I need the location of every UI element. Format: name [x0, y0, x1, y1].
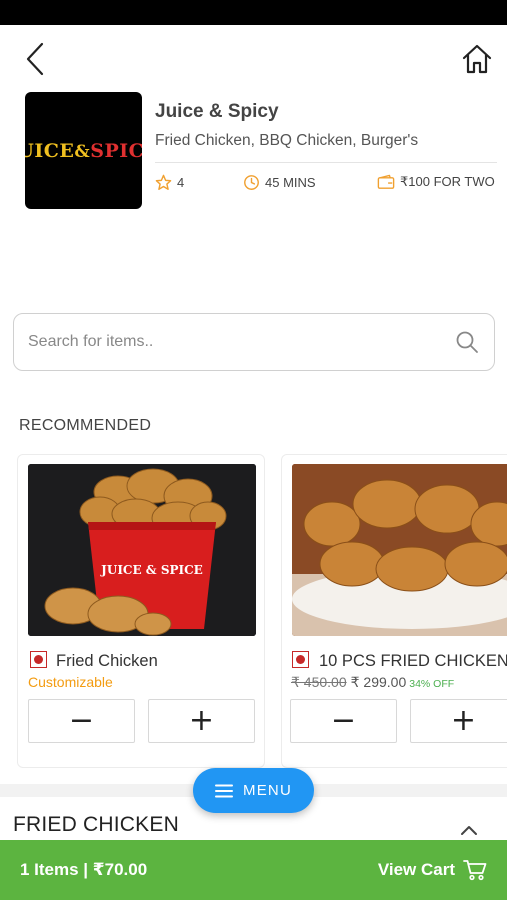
rating: 4: [155, 174, 184, 191]
discount-badge: 34% OFF: [409, 678, 455, 690]
nonveg-icon: [30, 651, 47, 668]
view-cart-label: View Cart: [377, 860, 455, 879]
recommended-heading: RECOMMENDED: [19, 417, 152, 434]
recommended-carousel[interactable]: JUICE & SPICE Fried Chicken Customizable…: [17, 454, 507, 768]
item-name: Fried Chicken: [56, 652, 158, 670]
price-row: ₹ 450.00 ₹ 299.00 34% OFF: [291, 674, 454, 691]
clock-icon: [244, 175, 259, 190]
restaurant-cuisine: Fried Chicken, BBQ Chicken, Burger's: [155, 132, 419, 149]
increase-quantity-button[interactable]: +: [410, 699, 507, 743]
food-image: [292, 464, 507, 636]
original-price: ₹ 450.00: [291, 674, 347, 690]
back-button[interactable]: [18, 39, 52, 79]
menu-label: MENU: [243, 782, 292, 799]
customizable-label: Customizable: [28, 674, 113, 690]
bucket-text: JUICE & SPICE: [100, 563, 203, 577]
status-bar: [0, 0, 507, 25]
wallet-icon: [377, 174, 395, 189]
divider: [155, 162, 497, 163]
view-cart-button[interactable]: View Cart: [378, 859, 487, 881]
search-icon[interactable]: [454, 329, 480, 355]
chevron-up-icon[interactable]: [457, 822, 481, 838]
home-icon: [462, 44, 492, 74]
recommended-card[interactable]: JUICE & SPICE Fried Chicken Customizable…: [17, 454, 265, 768]
cart-bar[interactable]: 1 Items | ₹70.00 View Cart: [0, 840, 507, 900]
discounted-price: ₹ 299.00: [350, 674, 407, 690]
recommended-card[interactable]: 10 PCS FRIED CHICKEN .. ₹ 450.00 ₹ 299.00…: [281, 454, 507, 768]
food-image: JUICE & SPICE: [28, 464, 256, 636]
cart-icon: [463, 860, 487, 881]
nonveg-icon: [292, 651, 309, 668]
increase-quantity-button[interactable]: +: [148, 699, 255, 743]
restaurant-header: JUICE&SPICE Juice & Spicy Fried Chicken,…: [25, 92, 497, 212]
cost-value: ₹100 FOR TWO: [400, 174, 495, 189]
menu-button[interactable]: MENU: [193, 768, 314, 813]
delivery-time: 45 MINS: [243, 174, 316, 191]
logo-text-amp: &: [74, 141, 91, 162]
item-name: 10 PCS FRIED CHICKEN ..: [319, 652, 507, 670]
cost-for-two: ₹100 FOR TWO: [377, 174, 495, 190]
logo-text-spice: SPICE: [90, 139, 142, 162]
search-input[interactable]: [28, 333, 454, 351]
cart-summary: 1 Items | ₹70.00: [20, 860, 148, 879]
category-title[interactable]: FRIED CHICKEN: [13, 813, 179, 837]
rating-value: 4: [177, 175, 185, 190]
top-nav: [0, 25, 507, 90]
time-value: 45 MINS: [265, 175, 316, 190]
decrease-quantity-button[interactable]: −: [28, 699, 135, 743]
restaurant-name: Juice & Spicy: [155, 101, 279, 122]
logo-text-juice: JUICE: [25, 139, 75, 162]
chevron-left-icon: [26, 42, 44, 76]
home-button[interactable]: [457, 39, 497, 79]
star-icon: [155, 174, 172, 190]
hamburger-icon: [215, 784, 234, 797]
search-box: [13, 313, 495, 371]
restaurant-logo: JUICE&SPICE: [25, 92, 142, 209]
decrease-quantity-button[interactable]: −: [290, 699, 397, 743]
